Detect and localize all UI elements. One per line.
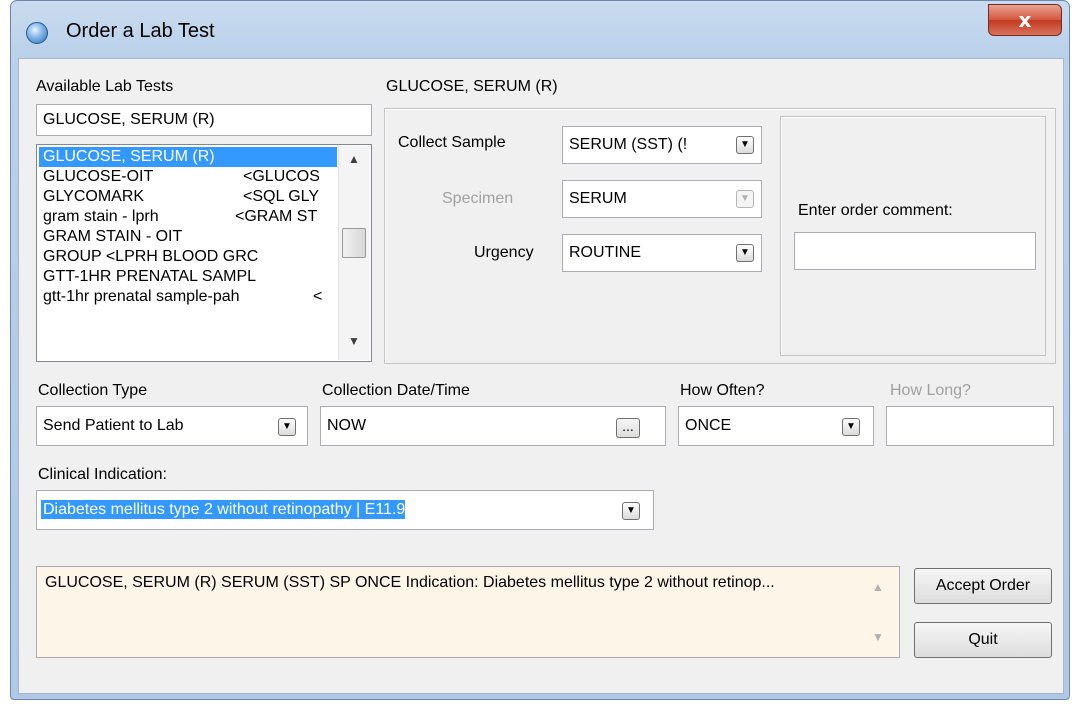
list-item[interactable]: gram stain - lprh <GRAM ST (39, 207, 337, 227)
list-item[interactable]: GRAM STAIN - OIT (39, 227, 337, 247)
collection-type-label: Collection Type (38, 382, 148, 399)
window-title: Order a Lab Test (66, 20, 215, 42)
list-item-name: gtt-1hr prenatal sample-pah (43, 288, 240, 305)
clinical-indication-select[interactable]: Diabetes mellitus type 2 without retinop… (36, 490, 654, 530)
chevron-down-icon: ▼ (736, 190, 754, 208)
list-item[interactable]: GLUCOSE-OIT <GLUCOS (39, 167, 337, 187)
specimen-value: SERUM (569, 190, 627, 207)
how-often-label: How Often? (680, 382, 765, 399)
scroll-down-icon[interactable]: ▼ (866, 630, 890, 644)
list-item-alias: <GLUCOS (243, 168, 320, 185)
list-item-name: GRAM STAIN - OIT (43, 228, 183, 245)
clinical-indication-label: Clinical Indication: (38, 466, 167, 483)
quit-button[interactable]: Quit (914, 622, 1052, 658)
list-item[interactable]: GLYCOMARK <SQL GLY (39, 187, 337, 207)
list-item[interactable]: GROUP <LPRH BLOOD GRC (39, 247, 337, 267)
chevron-down-icon[interactable]: ▼ (622, 502, 640, 520)
collection-type-value: Send Patient to Lab (43, 417, 184, 434)
list-item-name: GLUCOSE-OIT (43, 168, 154, 185)
scroll-up-icon[interactable]: ▲ (866, 580, 890, 594)
clinical-indication-value: Diabetes mellitus type 2 without retinop… (41, 500, 406, 519)
available-tests-label: Available Lab Tests (36, 78, 174, 95)
list-item-name: GTT-1HR PRENATAL SAMPL (43, 268, 257, 285)
order-comment-label: Enter order comment: (798, 202, 953, 219)
collection-datetime-value: NOW (327, 417, 367, 434)
urgency-select[interactable]: ROUTINE (562, 234, 762, 272)
how-long-label: How Long? (890, 382, 971, 399)
specimen-label: Specimen (442, 190, 514, 207)
how-often-value: ONCE (685, 417, 732, 434)
close-button[interactable]: x (988, 4, 1062, 36)
urgency-value: ROUTINE (569, 244, 641, 261)
list-item-alias: <GRAM ST (235, 208, 318, 225)
urgency-label: Urgency (474, 244, 534, 261)
chevron-down-icon[interactable]: ▼ (278, 418, 296, 436)
order-comment-input[interactable] (794, 232, 1036, 270)
selected-test-header: GLUCOSE, SERUM (R) (386, 78, 558, 95)
how-long-input[interactable] (886, 406, 1054, 446)
scroll-down-icon[interactable]: ▼ (342, 334, 366, 348)
list-item-name: GLYCOMARK (43, 188, 145, 205)
list-item[interactable]: GLUCOSE, SERUM (R) (39, 147, 337, 167)
list-item-alias: < (313, 288, 323, 305)
list-item[interactable]: gtt-1hr prenatal sample-pah < (39, 287, 337, 307)
list-item[interactable]: GTT-1HR PRENATAL SAMPL (39, 267, 337, 287)
collection-type-select[interactable]: Send Patient to Lab (36, 406, 308, 446)
scroll-up-icon[interactable]: ▲ (342, 152, 366, 166)
collection-datetime-input[interactable]: NOW (320, 406, 666, 446)
list-item-name: gram stain - lprh (43, 208, 159, 225)
list-item-name: GROUP <LPRH BLOOD GRC (43, 248, 259, 265)
available-tests-list[interactable]: GLUCOSE, SERUM (R) GLUCOSE-OIT <GLUCOS GL… (36, 144, 372, 362)
chevron-down-icon[interactable]: ▼ (736, 244, 754, 262)
chevron-down-icon[interactable]: ▼ (736, 136, 754, 154)
collect-sample-value: SERUM (SST) (! (569, 136, 688, 153)
collect-sample-select[interactable]: SERUM (SST) (! (562, 126, 762, 164)
accept-order-button[interactable]: Accept Order (914, 568, 1052, 604)
list-item-alias: <SQL GLY (243, 188, 320, 205)
chevron-down-icon[interactable]: ▼ (842, 418, 860, 436)
lab-test-search-input[interactable]: GLUCOSE, SERUM (R) (36, 104, 372, 136)
app-icon (26, 22, 48, 44)
order-summary-text: GLUCOSE, SERUM (R) SERUM (SST) SP ONCE I… (36, 566, 900, 658)
collect-sample-label: Collect Sample (398, 134, 506, 151)
collection-datetime-label: Collection Date/Time (322, 382, 470, 399)
scrollbar-thumb[interactable] (342, 228, 366, 258)
datetime-picker-button[interactable]: ... (616, 418, 640, 438)
list-item-name: GLUCOSE, SERUM (R) (43, 148, 215, 165)
specimen-select: SERUM (562, 180, 762, 218)
